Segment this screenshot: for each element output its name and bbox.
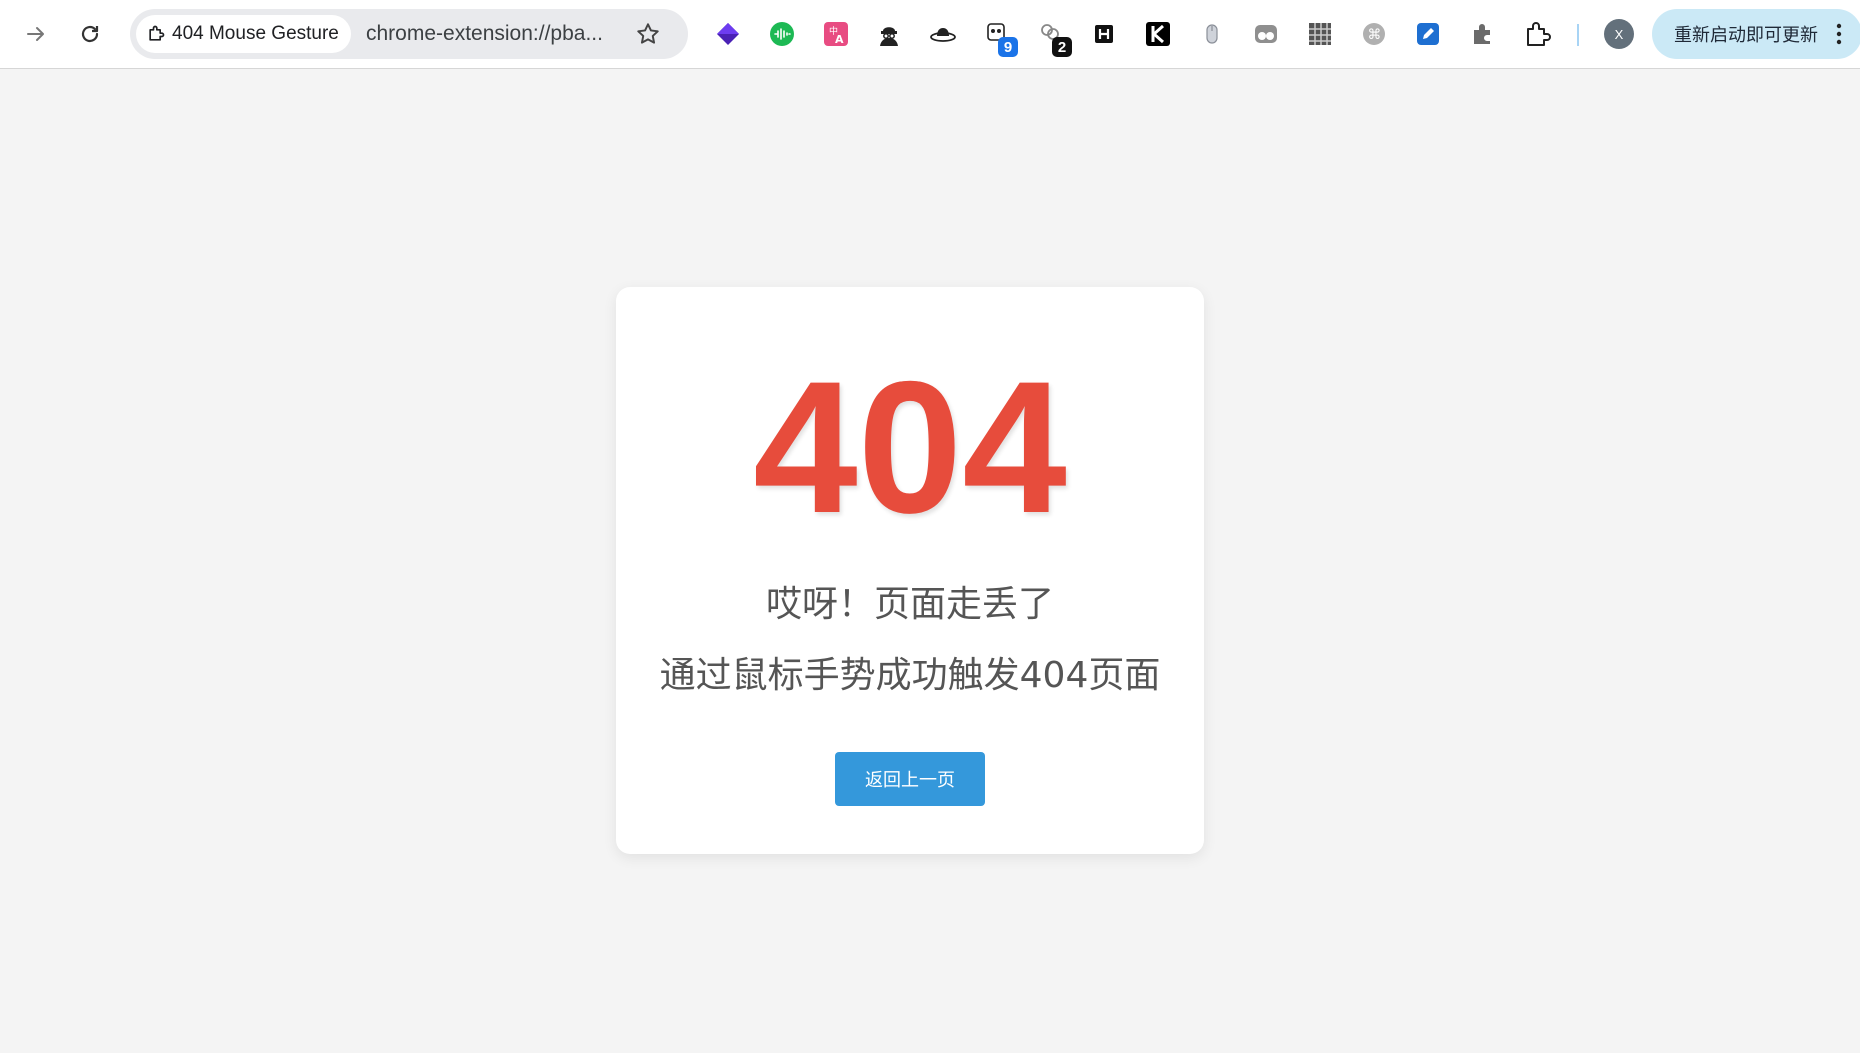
back-button-label: 返回上一页 [865,770,955,791]
svg-text:A: A [835,33,844,46]
more-menu-icon[interactable] [1828,23,1850,45]
forward-button[interactable] [16,14,56,54]
panda-icon[interactable]: 9 [980,17,1018,57]
badge-count: 2 [1052,37,1072,57]
hat-icon[interactable] [926,17,960,51]
h-icon[interactable] [1087,17,1121,51]
omnibox[interactable]: 404 Mouse Gesture chrome-extension://pba… [130,9,688,59]
pattern-icon[interactable] [1303,17,1337,51]
badge-count: 9 [998,37,1018,57]
svg-text:⌘: ⌘ [1368,27,1382,43]
error-card: 404 哎呀！页面走丢了 通过鼠标手势成功触发404页面 返回上一页 [616,287,1204,854]
url-text[interactable]: chrome-extension://pba... [366,9,603,59]
star-icon [637,23,659,44]
arrow-right-icon [27,27,44,41]
profile-initial: X [1614,26,1624,42]
error-code: 404 [753,342,1067,552]
layers-icon[interactable] [711,17,745,51]
browser-toolbar: 404 Mouse Gesture chrome-extension://pba… [0,0,1860,69]
tab-title: 404 Mouse Gesture [172,23,339,44]
back-button[interactable]: 返回上一页 [835,752,985,806]
extension-page-icon [149,25,165,41]
link-icon[interactable]: 2 [1034,17,1072,57]
mouse-icon[interactable] [1195,17,1229,51]
k-icon[interactable] [1141,17,1175,51]
spy-icon[interactable] [872,17,906,51]
reload-button[interactable] [70,14,110,54]
audio-wave-icon[interactable] [765,17,799,51]
site-info-chip[interactable]: 404 Mouse Gesture [136,15,351,53]
relaunch-update-button[interactable]: 重新启动即可更新 [1652,9,1860,59]
command-icon[interactable]: ⌘ [1357,17,1391,51]
error-message-primary: 哎呀！页面走丢了 [765,584,1054,625]
glasses-icon[interactable] [1249,17,1283,51]
reload-icon [81,25,99,43]
profile-avatar[interactable]: X [1604,19,1634,49]
toolbar-divider [1577,24,1579,46]
error-message-secondary: 通过鼠标手势成功触发404页面 [659,655,1161,696]
bookmark-button[interactable] [632,18,664,50]
puzzle-icon[interactable] [1465,17,1499,51]
update-label: 重新启动即可更新 [1674,25,1818,45]
translate-icon[interactable]: 中A [819,17,853,51]
extensions-icon[interactable] [1520,17,1554,51]
edit-icon[interactable] [1411,17,1445,51]
